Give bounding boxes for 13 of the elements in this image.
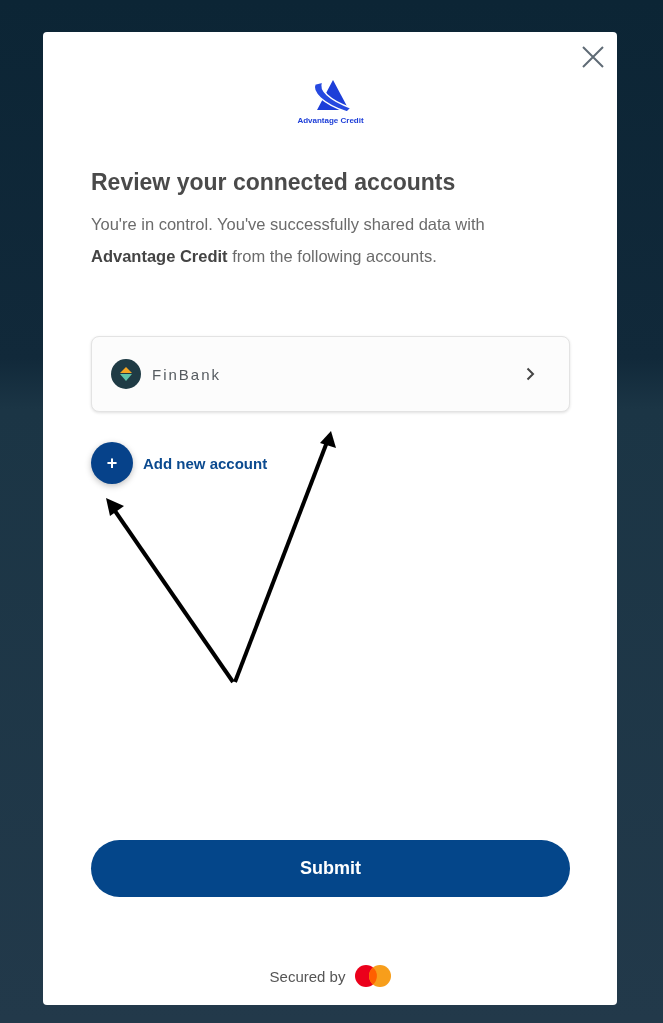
title: Review your connected accounts	[91, 169, 457, 196]
interlocking-circles-logo-icon	[355, 965, 392, 987]
account-card[interactable]: FinBank	[91, 336, 570, 412]
secured-by-text: Secured by	[269, 967, 346, 985]
add-account-link[interactable]: Add new account	[143, 454, 268, 472]
logo-text: Advantage Credit	[297, 116, 364, 125]
chevron-right-icon	[526, 367, 535, 381]
close-button[interactable]	[580, 44, 606, 70]
account-name: FinBank	[152, 365, 223, 383]
intro-paragraph: You're in control. You've successfully shared data with Advantage Credit from the following accounts.	[91, 214, 486, 267]
submit-button[interactable]: Submit	[91, 840, 570, 897]
bank-logo-icon	[111, 359, 141, 389]
add-button[interactable]: +	[91, 442, 133, 484]
